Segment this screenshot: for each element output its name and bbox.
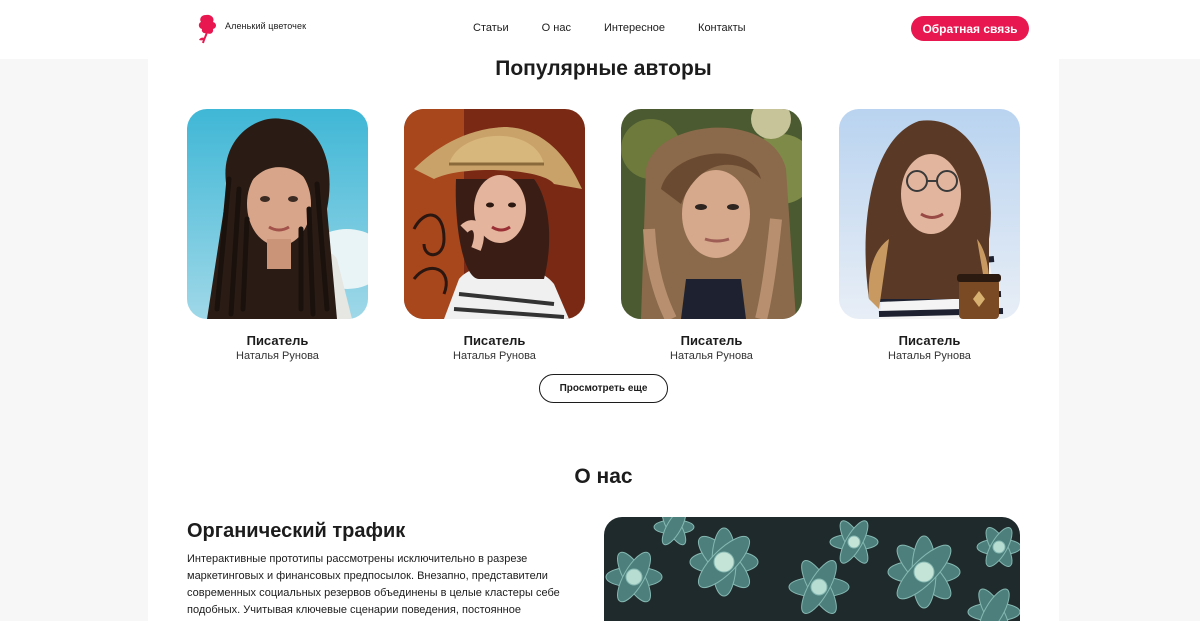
author-card[interactable]: Писатель Наталья Рунова <box>404 109 585 362</box>
succulents-image <box>604 517 1020 621</box>
view-more-button[interactable]: Просмотреть еще <box>539 374 668 403</box>
author-card[interactable]: Писатель Наталья Рунова <box>839 109 1020 362</box>
author-photo[interactable] <box>621 109 802 319</box>
flower-logo-icon <box>198 14 216 44</box>
logo[interactable]: Аленький цветочек <box>195 13 306 45</box>
author-role: Писатель <box>246 333 309 348</box>
nav-item-interesting[interactable]: Интересное <box>604 22 665 34</box>
author-portrait-image <box>839 109 1020 319</box>
author-name: Наталья Рунова <box>888 350 971 362</box>
main-nav: Статьи О нас Интересное Контакты <box>473 22 779 34</box>
author-portrait-image <box>621 109 802 319</box>
author-portrait-image <box>187 109 368 319</box>
feedback-button[interactable]: Обратная связь <box>911 16 1029 41</box>
nav-item-articles[interactable]: Статьи <box>473 22 509 34</box>
author-photo[interactable] <box>404 109 585 319</box>
header: Аленький цветочек Статьи О нас Интересно… <box>0 0 1200 59</box>
author-photo[interactable] <box>187 109 368 319</box>
about-heading: Органический трафик <box>187 520 406 542</box>
nav-item-contacts[interactable]: Контакты <box>698 22 746 34</box>
succulents-picture <box>604 517 1020 621</box>
logo-text: Аленький цветочек <box>225 21 307 31</box>
author-role: Писатель <box>463 333 526 348</box>
author-name: Наталья Рунова <box>236 350 319 362</box>
about-text: Интерактивные прототипы рассмотрены искл… <box>187 553 560 616</box>
author-name: Наталья Рунова <box>670 350 753 362</box>
author-card[interactable]: Писатель Наталья Рунова <box>621 109 802 362</box>
author-name: Наталья Рунова <box>453 350 536 362</box>
author-card[interactable]: Писатель Наталья Рунова <box>187 109 368 362</box>
nav-item-about[interactable]: О нас <box>542 22 571 34</box>
author-role: Писатель <box>680 333 743 348</box>
main-content: Популярные авторы Писатель Наталья Рунов… <box>148 57 1059 621</box>
author-portrait-image <box>404 109 585 319</box>
author-photo[interactable] <box>839 109 1020 319</box>
about-section-title: О нас <box>574 465 633 488</box>
author-role: Писатель <box>898 333 961 348</box>
authors-section-title: Популярные авторы <box>495 57 712 80</box>
